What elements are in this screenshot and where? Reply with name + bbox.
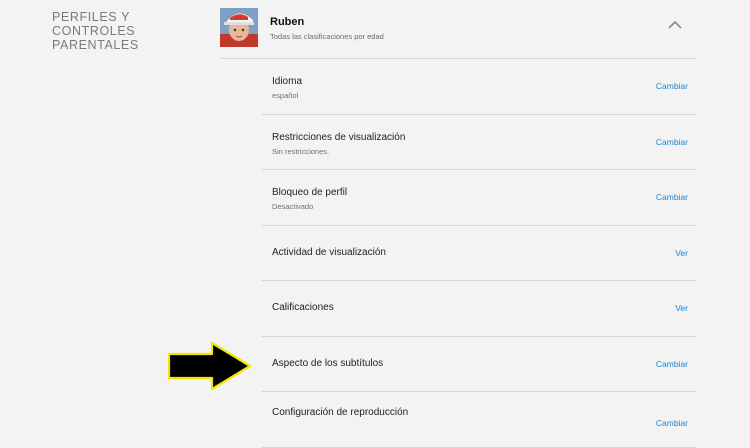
setting-value: español <box>272 91 299 100</box>
setting-row-playback-settings: Configuración de reproducción Cambiar <box>262 392 696 448</box>
change-language-link[interactable]: Cambiar <box>656 81 688 91</box>
arrow-right-icon <box>167 341 252 391</box>
setting-value: Desactivado <box>272 202 314 211</box>
setting-value: Sin restricciones. <box>272 146 330 156</box>
change-restrictions-link[interactable]: Cambiar <box>656 137 688 147</box>
setting-label: Bloqueo de perfil <box>272 187 348 198</box>
setting-row-profile-lock: Bloqueo de perfil Desactivado Cambiar <box>262 170 696 226</box>
setting-row-viewing-restrictions: Restricciones de visualización Sin restr… <box>262 115 696 170</box>
setting-label: Restricciones de visualización <box>272 131 406 143</box>
setting-row-language: Idioma español Cambiar <box>262 59 696 115</box>
view-ratings-link[interactable]: Ver <box>675 303 688 313</box>
profile-rating-subtitle: Todas las clasificaciones por edad <box>270 32 384 41</box>
setting-label: Idioma <box>272 76 303 87</box>
setting-label: Calificaciones <box>272 302 334 313</box>
profile-header[interactable]: Ruben Todas las clasificaciones por edad <box>220 8 696 59</box>
setting-row-viewing-activity: Actividad de visualización Ver <box>262 226 696 281</box>
setting-row-ratings: Calificaciones Ver <box>262 281 696 337</box>
change-profile-lock-link[interactable]: Cambiar <box>656 192 688 202</box>
avatar[interactable] <box>220 8 258 47</box>
change-subtitles-link[interactable]: Cambiar <box>656 359 688 369</box>
profile-settings-list: Idioma español Cambiar Restricciones de … <box>262 59 696 448</box>
change-playback-link[interactable]: Cambiar <box>656 418 688 428</box>
chevron-up-icon[interactable] <box>668 20 682 30</box>
kid-avatar-icon <box>220 8 258 47</box>
setting-label: Configuración de reproducción <box>272 407 409 418</box>
view-activity-link[interactable]: Ver <box>675 248 688 258</box>
section-title: PERFILES Y CONTROLES PARENTALES <box>52 10 139 52</box>
setting-label: Aspecto de los subtítulos <box>272 357 384 369</box>
setting-row-subtitle-appearance: Aspecto de los subtítulos Cambiar <box>262 337 696 392</box>
profile-name: Ruben <box>270 16 305 28</box>
setting-label: Actividad de visualización <box>272 246 386 258</box>
